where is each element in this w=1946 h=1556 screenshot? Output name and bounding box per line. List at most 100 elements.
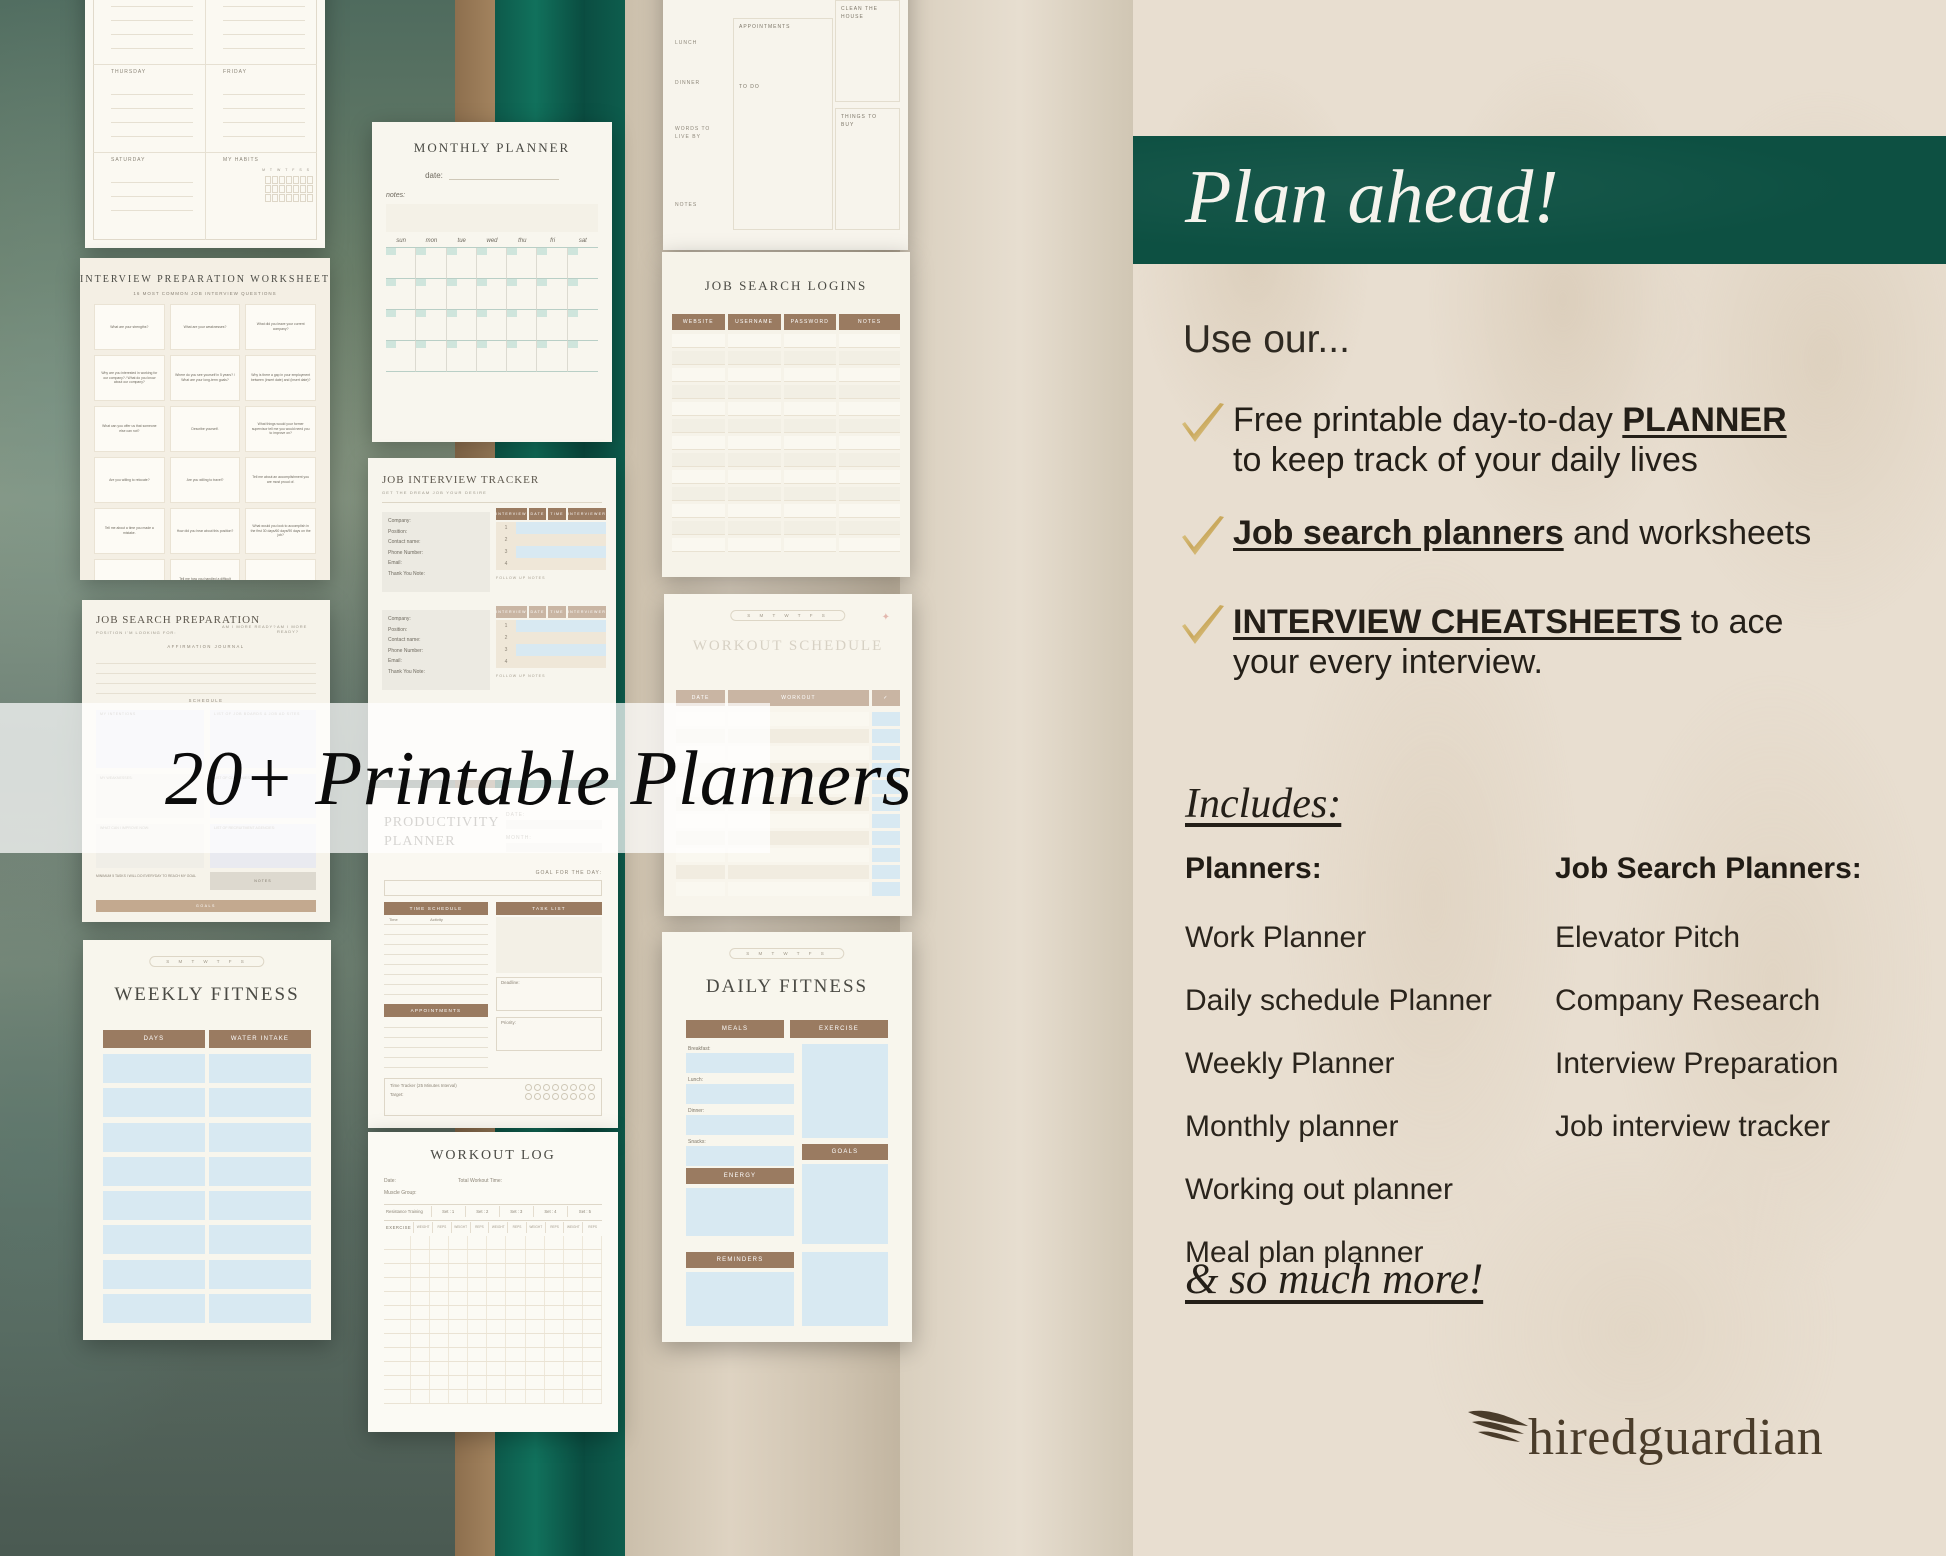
table-cell xyxy=(468,1292,488,1305)
workout-log-subcol: WEIGHT xyxy=(489,1222,509,1233)
interview-question-card[interactable]: Where do you see yourself in 5 years? / … xyxy=(169,355,241,401)
table-row[interactable] xyxy=(672,385,900,399)
table-cell xyxy=(384,1306,411,1319)
interview-question-card[interactable]: What would you look to accomplish in the… xyxy=(245,508,316,554)
table-cell xyxy=(672,487,725,501)
table-cell xyxy=(430,1376,450,1389)
interview-question-card[interactable]: Why is there a gap in your employment be… xyxy=(245,355,316,401)
table-cell xyxy=(839,334,900,348)
daily-sheet-card[interactable]: LUNCH DINNER WORDS TO LIVE BY NOTES APPO… xyxy=(663,0,908,250)
interview-question-card[interactable]: Describe yourself. xyxy=(169,406,241,452)
table-cell xyxy=(449,1376,469,1389)
table-row[interactable] xyxy=(672,538,900,552)
table-row[interactable] xyxy=(384,1264,602,1278)
tracker-col-date: DATE xyxy=(528,508,547,520)
interview-question-card[interactable]: Tell me about an accomplishment you are … xyxy=(245,457,316,503)
list-item: Interview Preparation xyxy=(1555,1047,1839,1080)
brand-name: hiredguardian xyxy=(1528,1409,1824,1466)
table-row[interactable] xyxy=(672,368,900,382)
workout-log-card[interactable]: WORKOUT LOG Date: Total Workout Time: Mu… xyxy=(368,1132,618,1432)
table-cell xyxy=(103,1259,205,1289)
table-cell xyxy=(487,1362,507,1375)
tracker-row-num: 2 xyxy=(496,534,516,546)
table-cell xyxy=(384,1292,411,1305)
table-cell xyxy=(487,1264,507,1277)
table-cell xyxy=(487,1278,507,1291)
daily-fitness-card[interactable]: S M T W T F S DAILY FITNESS MEALS EXERCI… xyxy=(662,932,912,1342)
interview-question-card[interactable]: Tell me about a time you made a mistake. xyxy=(94,508,165,554)
interview-question-card[interactable]: Are you willing to relocate? xyxy=(94,457,165,503)
workout-log-exercise: EXERCISE xyxy=(384,1222,415,1233)
table-row[interactable] xyxy=(676,882,900,896)
table-cell xyxy=(783,504,837,518)
lead-text: Use our... xyxy=(1183,318,1350,361)
weekly-fitness-card[interactable]: S M T W T F S WEEKLY FITNESS DAYS WATER … xyxy=(83,940,331,1340)
brand-logo[interactable]: hiredguardian xyxy=(1468,1409,1824,1466)
interview-question-card[interactable]: What are your weaknesses? xyxy=(169,304,241,350)
table-row[interactable] xyxy=(672,419,900,433)
table-row[interactable] xyxy=(672,504,900,518)
table-cell xyxy=(672,521,725,535)
tracker-field: Contact name: xyxy=(388,539,421,545)
table-row[interactable] xyxy=(384,1250,602,1264)
table-cell xyxy=(506,1306,526,1319)
interview-question-card[interactable]: What things would your former supervisor… xyxy=(245,406,316,452)
table-cell xyxy=(103,1156,205,1186)
table-row[interactable] xyxy=(384,1292,602,1306)
table-row[interactable] xyxy=(672,487,900,501)
table-row[interactable] xyxy=(384,1236,602,1250)
table-row[interactable] xyxy=(384,1320,602,1334)
table-row[interactable] xyxy=(384,1306,602,1320)
interview-question-card[interactable]: What can you offer us that someone else … xyxy=(94,406,165,452)
table-row[interactable] xyxy=(384,1278,602,1292)
table-row[interactable] xyxy=(672,436,900,450)
table-row[interactable] xyxy=(384,1334,602,1348)
list-item: Company Research xyxy=(1555,984,1821,1017)
job-search-logins-card[interactable]: JOB SEARCH LOGINS WEBSITE USERNAME PASSW… xyxy=(662,252,910,577)
table-cell xyxy=(526,1278,545,1291)
table-cell xyxy=(103,1225,205,1255)
table-cell xyxy=(783,419,837,433)
table-cell xyxy=(506,1376,526,1389)
table-cell xyxy=(839,504,900,518)
daily-label-words: WORDS TO LIVE BY xyxy=(675,126,711,140)
table-cell xyxy=(384,1264,411,1277)
table-cell xyxy=(430,1334,450,1347)
interview-question-card[interactable]: Why are you interested in working for ou… xyxy=(94,355,165,401)
interview-question-card[interactable]: What did you leave your current company? xyxy=(245,304,316,350)
job-search-logins-title: JOB SEARCH LOGINS xyxy=(704,278,868,293)
table-row[interactable] xyxy=(384,1376,602,1390)
table-cell xyxy=(564,1278,583,1291)
tracker2-col-time: TIME xyxy=(548,606,566,618)
monthly-planner-card[interactable]: MONTHLY PLANNER date: notes: sun mon tue… xyxy=(372,122,612,442)
table-row[interactable] xyxy=(672,453,900,467)
table-cell xyxy=(839,538,900,552)
weekly-planner-card[interactable]: TUESDAY WEDNESDAY THURSDAY FRIDAY SATURD… xyxy=(85,0,325,248)
table-cell xyxy=(672,385,725,399)
interview-question-card[interactable]: Discuss your educational background. xyxy=(94,559,165,580)
table-row[interactable] xyxy=(672,351,900,365)
table-row[interactable] xyxy=(672,470,900,484)
table-row[interactable] xyxy=(384,1390,602,1404)
table-cell xyxy=(727,487,781,501)
table-row[interactable] xyxy=(384,1362,602,1376)
interview-question-card[interactable]: How did you hear about this position? xyxy=(169,508,241,554)
table-row[interactable] xyxy=(672,521,900,535)
interview-question-card[interactable]: What are your strengths? xyxy=(94,304,165,350)
interview-question-card[interactable]: Are you willing to travel? xyxy=(169,457,241,503)
prod-subcol-activity: Activity xyxy=(430,917,443,922)
workout-log-subcol: REPS xyxy=(546,1222,565,1233)
table-row[interactable] xyxy=(676,865,900,879)
interview-question-card[interactable]: Why should we hire you? xyxy=(245,559,316,580)
table-cell xyxy=(468,1264,488,1277)
interview-question-card[interactable]: Tell me how you handled a difficult situ… xyxy=(169,559,241,580)
table-cell xyxy=(583,1390,602,1403)
interview-preparation-card[interactable]: INTERVIEW PREPARATION WORKSHEET 16 MOST … xyxy=(80,258,330,580)
table-row[interactable] xyxy=(672,334,900,348)
table-cell xyxy=(672,351,725,365)
list-item: Weekly Planner xyxy=(1185,1047,1395,1080)
table-row[interactable] xyxy=(672,402,900,416)
table-row[interactable] xyxy=(384,1348,602,1362)
promo-banner: 20+ Printable Planners xyxy=(0,703,912,853)
table-cell xyxy=(583,1292,602,1305)
